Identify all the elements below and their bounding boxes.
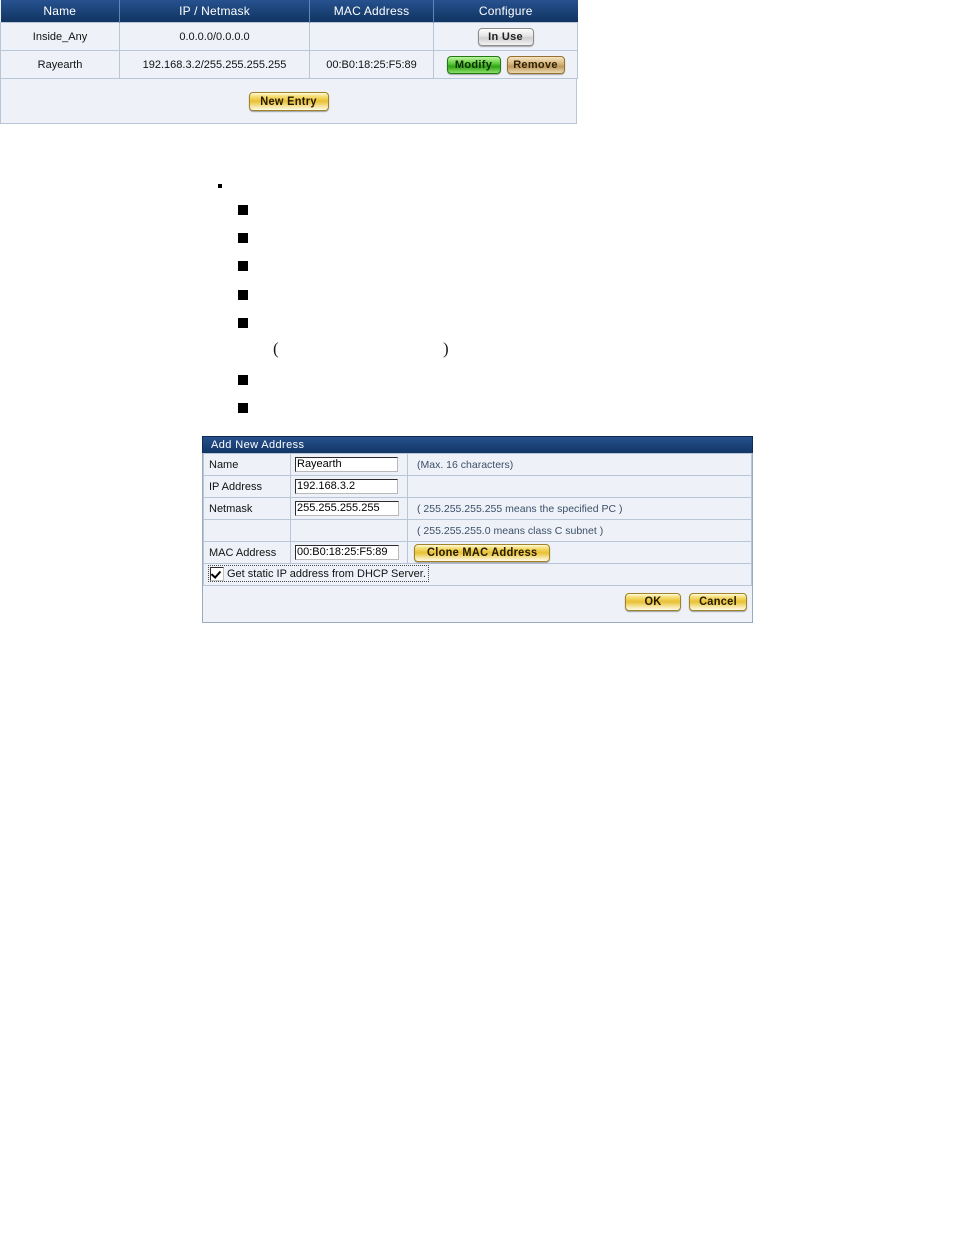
spacer-cell-mid xyxy=(290,519,408,542)
form-row-ip-address: IP Address xyxy=(203,475,752,498)
form-row-netmask: Netmask ( 255.255.255.255 means the spec… xyxy=(203,497,752,520)
ip-address-input[interactable] xyxy=(295,479,398,494)
netmask-hint-1: ( 255.255.255.255 means the specified PC… xyxy=(407,497,752,520)
spacer-cell-left xyxy=(203,519,291,542)
netmask-field-cell xyxy=(290,497,408,520)
dhcp-checkbox-label: Get static IP address from DHCP Server. xyxy=(227,567,426,580)
list-square-bullet xyxy=(238,375,248,385)
list-square-bullet xyxy=(238,318,248,328)
paren-open: ( xyxy=(273,339,279,358)
mac-address-field-cell xyxy=(290,541,408,564)
panel-title: Add New Address xyxy=(202,436,753,453)
form-row-netmask-hint2: ( 255.255.255.0 means class C subnet ) xyxy=(203,519,752,542)
add-new-address-panel: Add New Address Name (Max. 16 characters… xyxy=(202,436,753,623)
clone-mac-address-button-label: Clone MAC Address xyxy=(427,546,538,559)
ip-address-label: IP Address xyxy=(203,475,291,498)
cancel-button[interactable]: Cancel xyxy=(689,593,747,611)
name-field-cell xyxy=(290,453,408,476)
form-footer-buttons: OK Cancel xyxy=(625,593,747,611)
clone-mac-address-button[interactable]: Clone MAC Address xyxy=(414,543,551,562)
name-hint: (Max. 16 characters) xyxy=(407,453,752,476)
list-square-bullet xyxy=(238,403,248,413)
form-row-name: Name (Max. 16 characters) xyxy=(203,453,752,476)
netmask-hint-2: ( 255.255.255.0 means class C subnet ) xyxy=(407,519,752,542)
netmask-input[interactable] xyxy=(295,501,399,516)
dhcp-checkbox-group[interactable]: Get static IP address from DHCP Server. xyxy=(208,565,429,583)
form-footer: OK Cancel xyxy=(203,586,752,622)
ok-button[interactable]: OK xyxy=(625,593,681,611)
name-input[interactable] xyxy=(295,457,398,472)
new-entry-button-label: New Entry xyxy=(260,95,317,108)
ip-address-hint xyxy=(407,475,752,498)
list-square-bullet xyxy=(238,233,248,243)
list-square-bullet xyxy=(238,290,248,300)
dhcp-checkbox-cell: Get static IP address from DHCP Server. xyxy=(203,563,752,586)
list-square-bullet xyxy=(238,205,248,215)
list-dot-bullet xyxy=(218,184,222,188)
document-bullet-region: ( ) xyxy=(0,0,954,425)
form-row-dhcp: Get static IP address from DHCP Server. xyxy=(203,563,752,586)
paren-close: ) xyxy=(443,339,449,358)
name-label: Name xyxy=(203,453,291,476)
list-square-bullet xyxy=(238,261,248,271)
netmask-label: Netmask xyxy=(203,497,291,520)
mac-address-label: MAC Address xyxy=(203,541,291,564)
add-address-form-table: Name (Max. 16 characters) IP Address Net… xyxy=(203,453,752,586)
form-row-mac-address: MAC Address Clone MAC Address xyxy=(203,541,752,564)
mac-address-input[interactable] xyxy=(295,545,399,560)
dhcp-checkbox[interactable] xyxy=(210,566,224,581)
ok-button-label: OK xyxy=(644,595,662,609)
cancel-button-label: Cancel xyxy=(699,595,737,609)
ip-address-field-cell xyxy=(290,475,408,498)
clone-mac-cell: Clone MAC Address xyxy=(407,541,752,564)
